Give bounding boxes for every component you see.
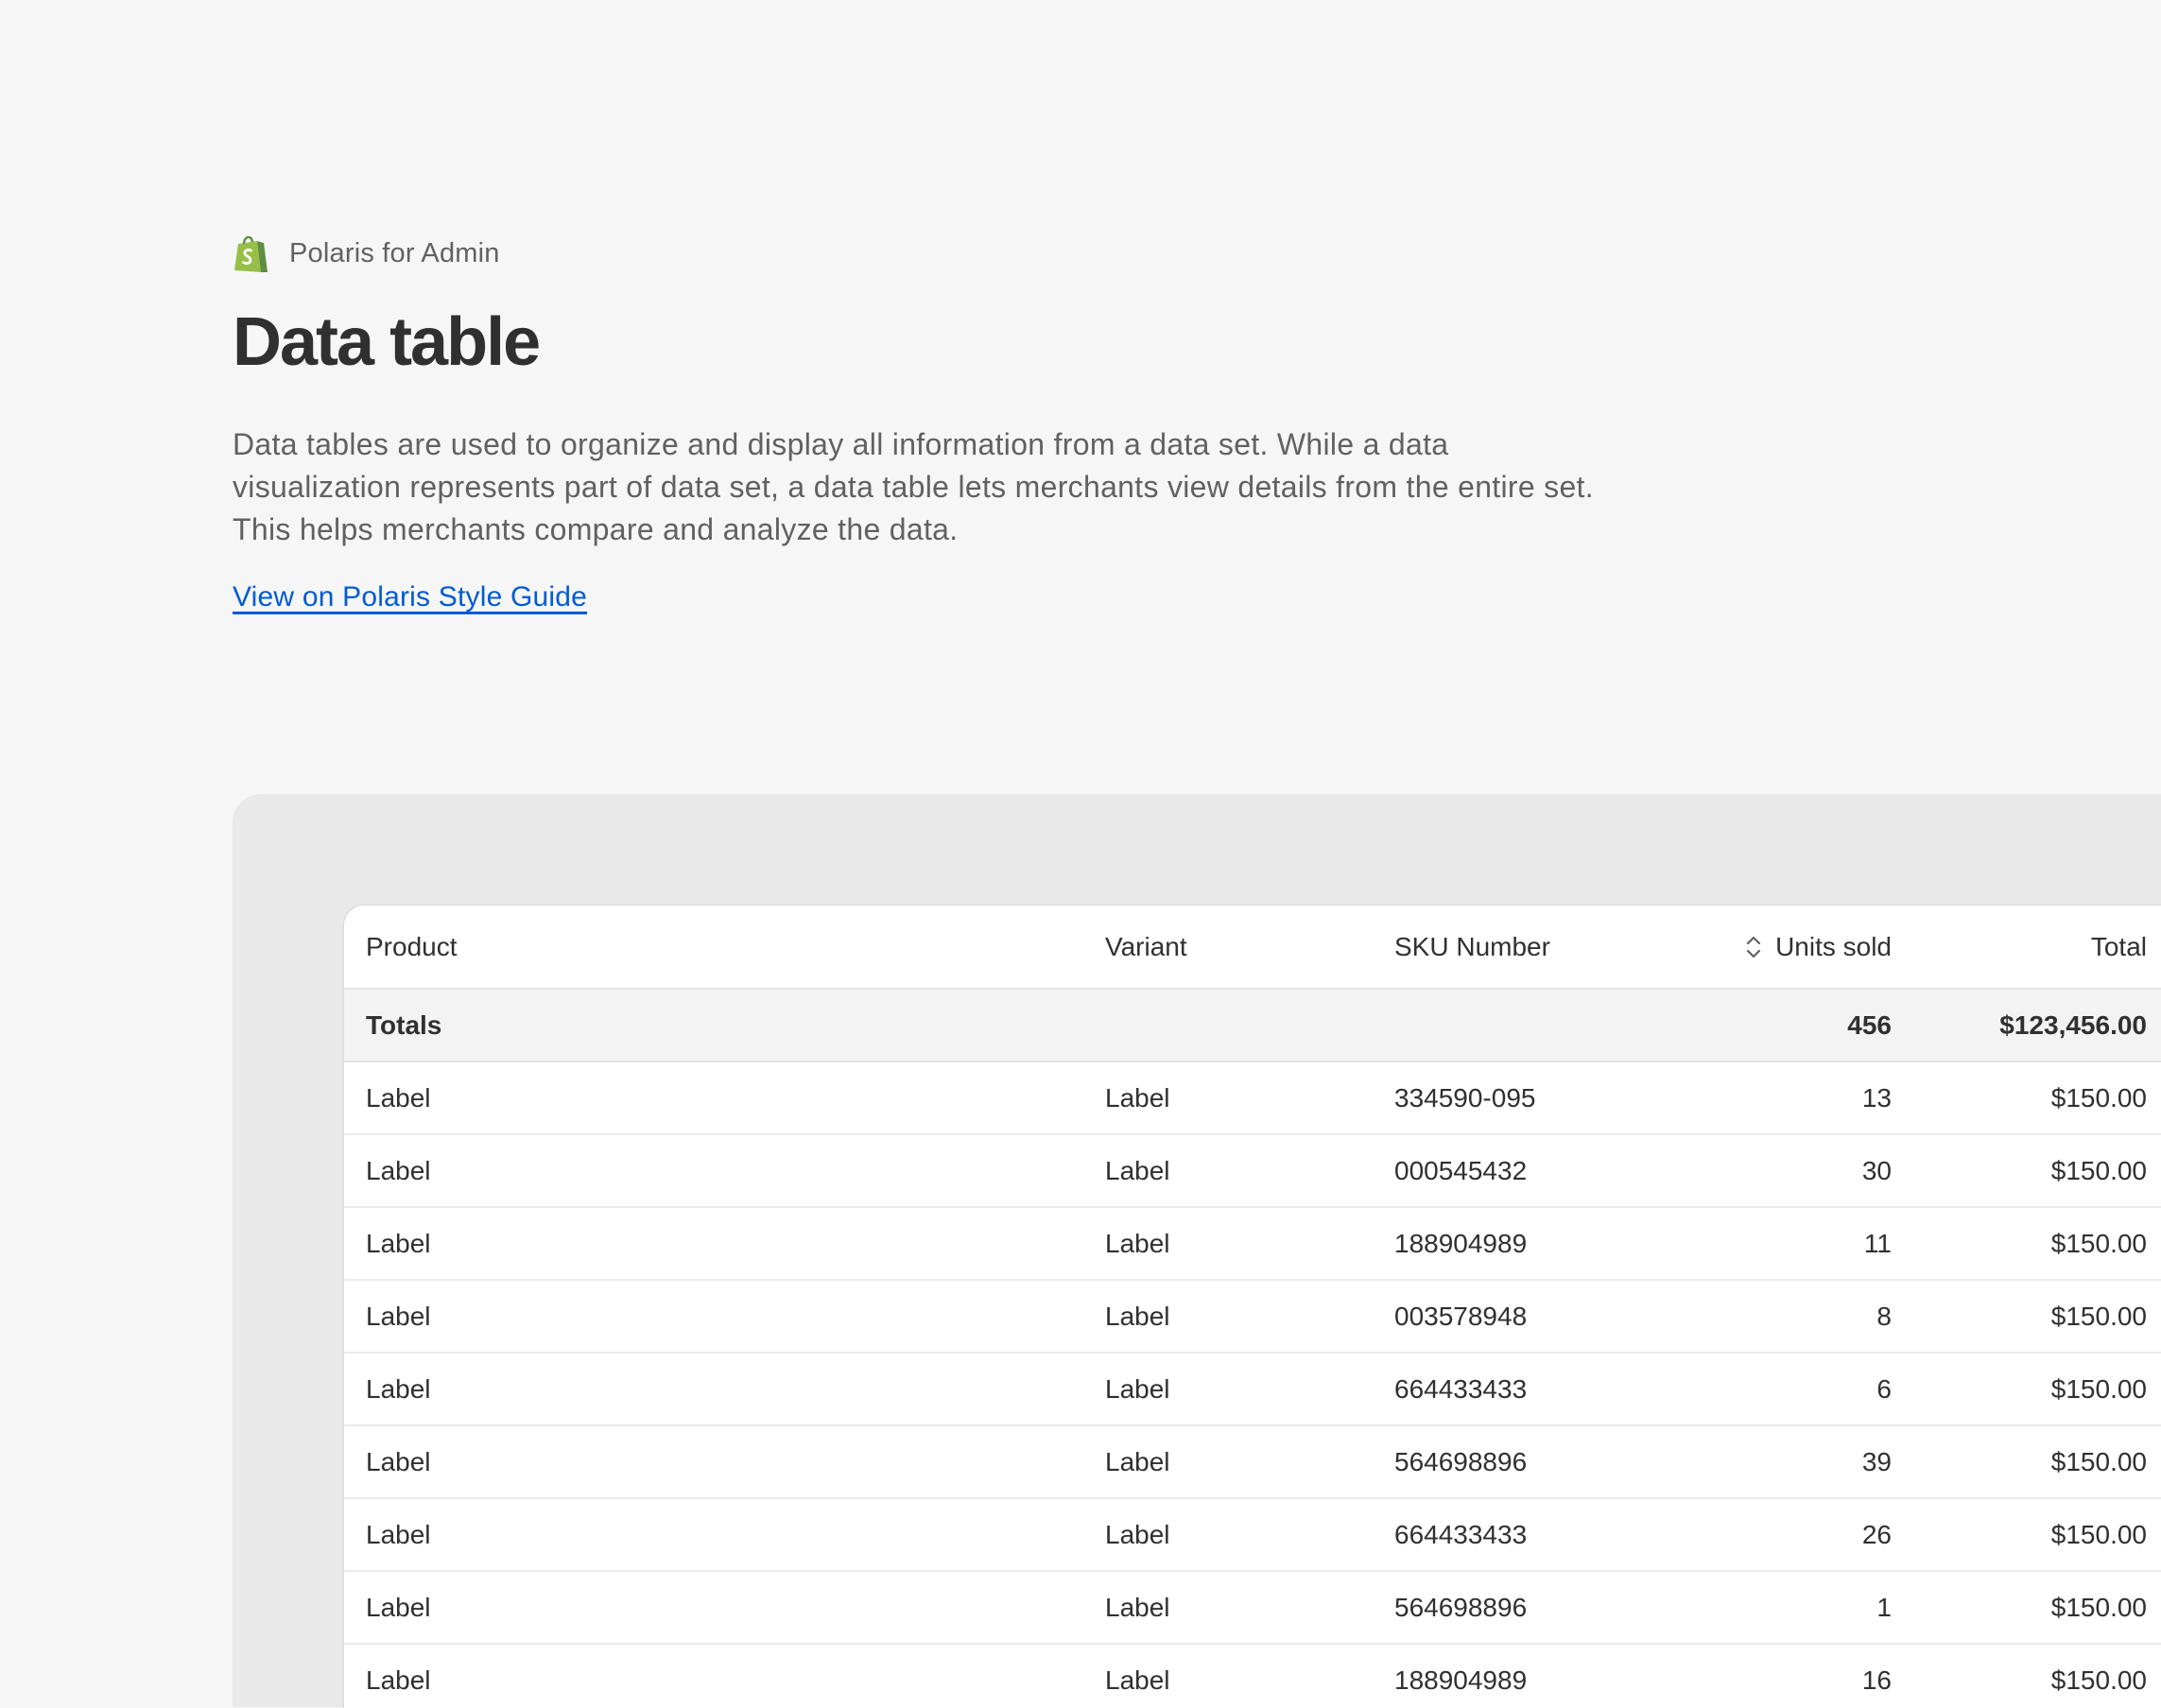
table-row: Label Label 664433433 26 $150.00 xyxy=(344,1499,2161,1572)
cell-product: Label xyxy=(366,1519,431,1549)
totals-row: Totals 456 $123,456.00 xyxy=(344,990,2161,1062)
table-row: Label Label 188904989 16 $150.00 xyxy=(344,1645,2161,1708)
column-header-units-label: Units sold xyxy=(1775,931,1892,961)
cell-variant: Label xyxy=(1105,1301,1170,1331)
cell-units: 13 xyxy=(1861,1082,1892,1113)
cell-product: Label xyxy=(366,1082,431,1113)
cell-total: $150.00 xyxy=(2050,1373,2147,1404)
column-header-product: Product xyxy=(366,931,458,961)
cell-sku: 564698896 xyxy=(1394,1446,1528,1476)
style-guide-link[interactable]: View on Polaris Style Guide xyxy=(233,581,587,613)
cell-total: $150.00 xyxy=(2050,1155,2147,1185)
column-header-total: Total xyxy=(2090,931,2147,961)
cell-sku: 188904989 xyxy=(1394,1228,1528,1258)
cell-sku: 188904989 xyxy=(1394,1665,1528,1695)
table-row: Label Label 003578948 8 $150.00 xyxy=(344,1281,2161,1354)
brand-name: Polaris for Admin xyxy=(289,237,500,268)
cell-units: 16 xyxy=(1861,1665,1892,1695)
table-row: Label Label 188904989 11 $150.00 xyxy=(344,1208,2161,1281)
cell-variant: Label xyxy=(1105,1155,1170,1185)
data-table: Product Variant SKU Number Units sold To… xyxy=(343,905,2161,1708)
cell-units: 6 xyxy=(1876,1373,1892,1404)
cell-total: $150.00 xyxy=(2050,1519,2147,1549)
totals-units: 456 xyxy=(1847,1009,1892,1040)
cell-variant: Label xyxy=(1105,1592,1170,1622)
cell-variant: Label xyxy=(1105,1228,1170,1258)
page-title: Data table xyxy=(233,304,541,380)
cell-product: Label xyxy=(366,1228,431,1258)
table-header-row: Product Variant SKU Number Units sold To… xyxy=(344,906,2161,990)
cell-units: 11 xyxy=(1863,1228,1892,1258)
table-row: Label Label 664433433 6 $150.00 xyxy=(344,1354,2161,1426)
cell-total: $150.00 xyxy=(2050,1082,2147,1113)
cell-sku: 334590-095 xyxy=(1394,1082,1536,1113)
cell-sku: 664433433 xyxy=(1394,1519,1528,1549)
cell-total: $150.00 xyxy=(2050,1301,2147,1331)
cell-product: Label xyxy=(366,1665,431,1695)
totals-label: Totals xyxy=(366,1009,442,1040)
cell-product: Label xyxy=(366,1373,431,1404)
cell-total: $150.00 xyxy=(2050,1446,2147,1476)
page-header: Polaris for Admin Data table Data tables… xyxy=(233,233,1613,613)
sort-icon[interactable] xyxy=(1745,934,1762,960)
cell-variant: Label xyxy=(1105,1519,1170,1549)
cell-variant: Label xyxy=(1105,1665,1170,1695)
cell-units: 39 xyxy=(1861,1446,1892,1476)
cell-variant: Label xyxy=(1105,1082,1170,1113)
cell-total: $150.00 xyxy=(2050,1592,2147,1622)
cell-sku: 664433433 xyxy=(1394,1373,1528,1404)
cell-total: $150.00 xyxy=(2050,1228,2147,1258)
cell-units: 8 xyxy=(1876,1301,1892,1331)
column-header-units-sold[interactable]: Units sold xyxy=(1745,906,1892,988)
cell-units: 1 xyxy=(1876,1592,1892,1622)
shopify-bag-icon xyxy=(234,235,268,272)
page-description: Data tables are used to organize and dis… xyxy=(233,427,1594,546)
cell-variant: Label xyxy=(1105,1446,1170,1476)
cell-sku: 003578948 xyxy=(1394,1301,1528,1331)
cell-sku: 000545432 xyxy=(1394,1155,1528,1185)
cell-product: Label xyxy=(366,1155,431,1185)
table-row: Label Label 564698896 39 $150.00 xyxy=(344,1426,2161,1499)
table-row: Label Label 334590-095 13 $150.00 xyxy=(344,1062,2161,1135)
cell-units: 26 xyxy=(1861,1519,1892,1549)
cell-sku: 564698896 xyxy=(1394,1592,1528,1622)
cell-units: 30 xyxy=(1861,1155,1892,1185)
totals-amount: $123,456.00 xyxy=(1999,1009,2147,1040)
cell-product: Label xyxy=(366,1301,431,1331)
table-row: Label Label 000545432 30 $150.00 xyxy=(344,1135,2161,1208)
cell-product: Label xyxy=(366,1446,431,1476)
table-row: Label Label 564698896 1 $150.00 xyxy=(344,1572,2161,1645)
cell-variant: Label xyxy=(1105,1373,1170,1404)
brand: Polaris for Admin xyxy=(233,233,1613,274)
cell-product: Label xyxy=(366,1592,431,1622)
cell-total: $150.00 xyxy=(2050,1665,2147,1695)
column-header-sku: SKU Number xyxy=(1394,931,1550,961)
column-header-variant: Variant xyxy=(1105,931,1187,961)
